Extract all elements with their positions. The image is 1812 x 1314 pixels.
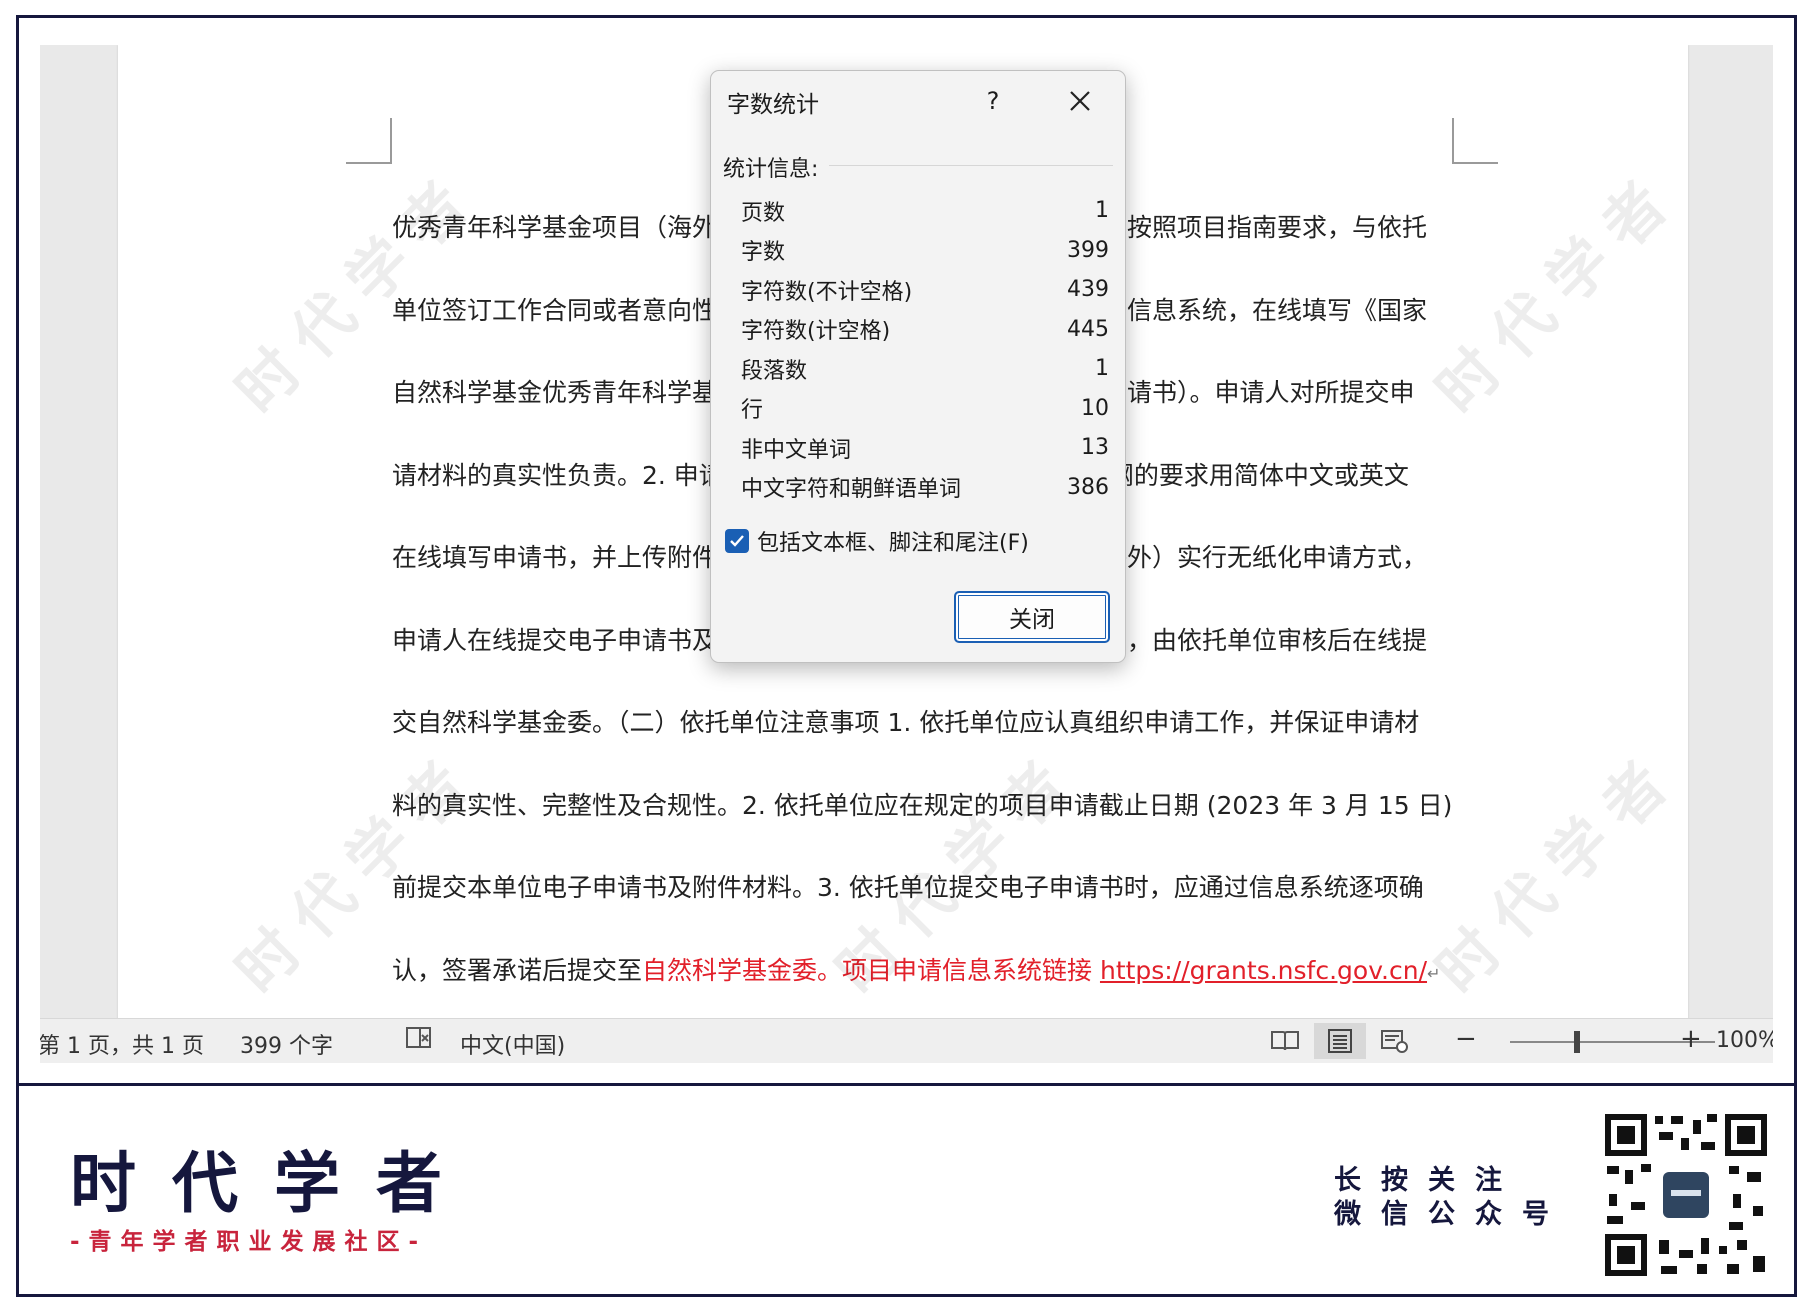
stat-row-chars-with-spaces: 字符数(计空格) 445	[741, 316, 1109, 345]
follow-line-1: 长按关注	[1334, 1165, 1522, 1196]
stat-row-words: 字数 399	[741, 237, 1109, 266]
dialog-close-icon[interactable]	[1057, 81, 1103, 121]
stat-row-paragraphs: 段落数 1	[741, 356, 1109, 384]
statistics-heading: 统计信息:	[723, 157, 819, 182]
doc-line-8: 料的真实性、完整性及合规性。2. 依托单位应在规定的项目申请截止日期 (2023…	[392, 790, 1453, 820]
page-count-status[interactable]: 第 1 页，共 1 页	[40, 1028, 204, 1060]
follow-prompt: 长按关注 微信公众号	[1334, 1164, 1569, 1232]
proofing-icon[interactable]	[405, 1025, 435, 1057]
word-count-dialog: 字数统计 ? 统计信息: 页数 1 字数 399 字符数(不计空格) 439 字符数(…	[710, 70, 1126, 663]
stat-row-lines: 行 10	[741, 395, 1109, 424]
dialog-title: 字数统计	[727, 92, 819, 118]
margin-corner-top-left	[346, 118, 392, 164]
word-count-status[interactable]: 399 个字	[240, 1028, 333, 1060]
include-textboxes-label: 包括文本框、脚注和尾注(F)	[757, 531, 1029, 556]
zoom-level[interactable]: 100%	[1716, 1028, 1773, 1053]
qr-code-image	[1601, 1110, 1771, 1280]
language-status[interactable]: 中文(中国)	[460, 1028, 565, 1060]
nsfc-link[interactable]: https://grants.nsfc.gov.cn/	[1100, 956, 1427, 985]
close-button[interactable]: 关闭	[954, 591, 1110, 643]
help-button[interactable]: ?	[973, 83, 1013, 119]
read-mode-icon[interactable]	[1259, 1023, 1311, 1059]
stat-row-chars-no-spaces: 字符数(不计空格) 439	[741, 277, 1109, 305]
include-textboxes-checkbox[interactable]	[725, 529, 749, 553]
print-layout-icon[interactable]	[1314, 1023, 1366, 1059]
doc-line-9: 前提交本单位电子申请书及附件材料。3. 依托单位提交电子申请书时，应通过信息系统…	[392, 873, 1424, 902]
status-bar: 第 1 页，共 1 页 399 个字 中文(中国) − + 100%	[40, 1018, 1773, 1063]
zoom-in-button[interactable]: +	[1680, 1024, 1702, 1054]
stat-row-non-chinese-words: 非中文单词 13	[741, 435, 1109, 463]
web-layout-icon[interactable]	[1369, 1023, 1421, 1059]
brand-logo-title: 时代学者	[70, 1145, 478, 1222]
follow-line-2: 微信公众号	[1334, 1199, 1569, 1230]
margin-corner-top-right	[1452, 118, 1498, 164]
zoom-slider-thumb[interactable]	[1574, 1031, 1580, 1053]
frame-divider	[16, 1083, 1797, 1086]
stat-row-chinese-korean-words: 中文字符和朝鲜语单词 386	[741, 474, 1109, 503]
stat-row-pages: 页数 1	[741, 198, 1109, 226]
paragraph-mark: ↵	[1427, 963, 1441, 983]
brand-subtitle: -青年学者职业发展社区-	[70, 1229, 428, 1255]
doc-line-10: 认，签署承诺后提交至自然科学基金委。项目申请信息系统链接 https://gra…	[392, 955, 1441, 985]
highlight-red-text: 自然科学基金委。项目申请信息系统链接	[642, 955, 1100, 985]
statistics-list: 页数 1 字数 399 字符数(不计空格) 439 字符数(计空格) 445 段落数 1 …	[741, 191, 1109, 507]
statistics-divider	[829, 165, 1113, 166]
zoom-out-button[interactable]: −	[1455, 1024, 1477, 1054]
doc-line-7: 交自然科学基金委。（二）依托单位注意事项 1. 依托单位应认真组织申请工作，并保…	[392, 708, 1420, 737]
include-textboxes-option[interactable]: 包括文本框、脚注和尾注(F)	[725, 525, 1029, 557]
